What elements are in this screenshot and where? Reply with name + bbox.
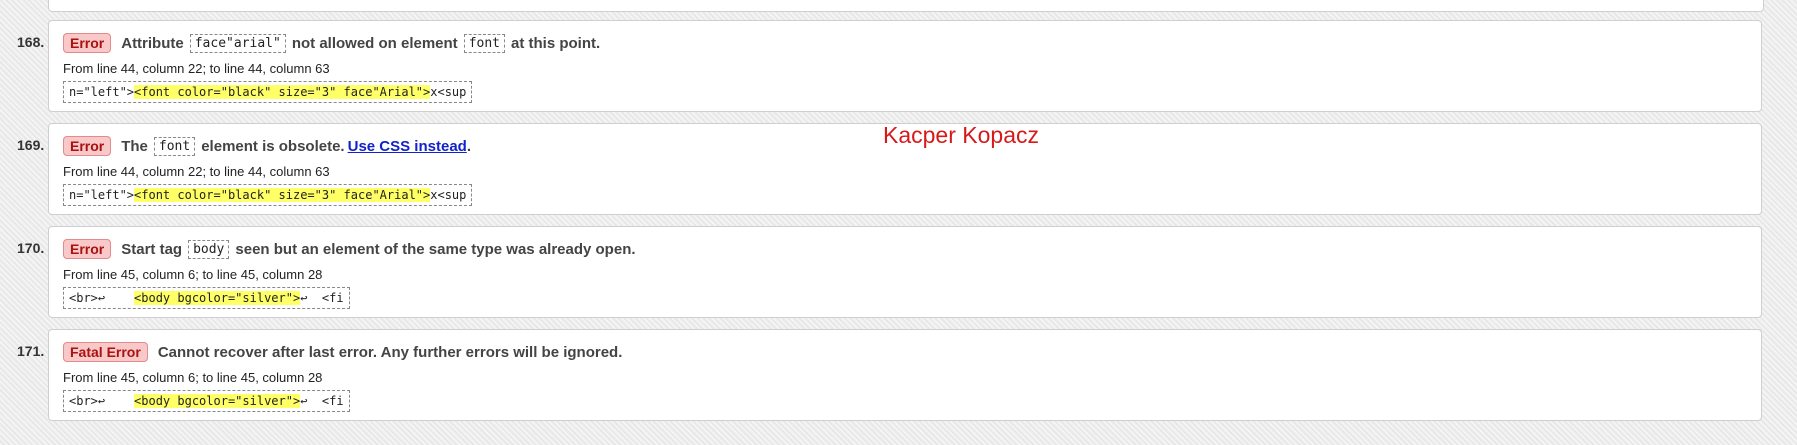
message-part: Start tag xyxy=(121,240,183,258)
message-number: 170. xyxy=(17,240,45,256)
code-element: font xyxy=(153,136,196,156)
code-extract: n="left"> <font color="black" size="3" f… xyxy=(63,184,473,206)
message-location: From line 44, column 22; to line 44, col… xyxy=(63,61,330,76)
extract-before: <br>↩ xyxy=(69,394,135,408)
message-part: Cannot recover after last error. Any fur… xyxy=(157,343,623,361)
fatal-error-badge: Fatal Error xyxy=(63,342,148,362)
extract-after: ↩ <fi xyxy=(300,291,344,305)
message-text: Fatal Error Cannot recover after last er… xyxy=(63,339,622,365)
validation-message: 168. Error Attribute face"arial" not all… xyxy=(17,20,1762,112)
code-attribute: face"arial" xyxy=(189,33,286,53)
message-number: 168. xyxy=(17,34,45,50)
message-location: From line 45, column 6; to line 45, colu… xyxy=(63,267,323,282)
message-part: The xyxy=(121,137,148,155)
message-part: . xyxy=(466,137,471,155)
message-part: Attribute xyxy=(121,34,184,52)
extract-before: n="left"> xyxy=(69,188,135,202)
extract-after: x<sup xyxy=(430,188,467,202)
extract-highlight: <font color="black" size="3" face"Arial"… xyxy=(134,188,431,202)
message-text: Error Start tag body seen but an element… xyxy=(63,236,636,262)
error-badge: Error xyxy=(63,33,112,53)
message-part: seen but an element of the same type was… xyxy=(235,240,636,258)
message-text: Error The font element is obsolete. Use … xyxy=(63,133,471,159)
code-extract: n="left"> <font color="black" size="3" f… xyxy=(63,81,473,103)
extract-after: ↩ <fi xyxy=(300,394,344,408)
message-part: not allowed on element xyxy=(291,34,458,52)
extract-highlight: <body bgcolor="silver"> xyxy=(134,394,301,408)
code-element: body xyxy=(188,239,230,259)
author-watermark: Kacper Kopacz xyxy=(883,122,1039,148)
extract-highlight: <font color="black" size="3" face"Arial"… xyxy=(134,85,431,99)
message-number: 169. xyxy=(17,137,45,153)
validation-message: 171. Fatal Error Cannot recover after la… xyxy=(17,329,1762,421)
previous-message-card xyxy=(48,0,1764,12)
message-part: at this point. xyxy=(511,34,601,52)
extract-after: x<sup xyxy=(430,85,467,99)
message-location: From line 44, column 22; to line 44, col… xyxy=(63,164,330,179)
message-text: Error Attribute face"arial" not allowed … xyxy=(63,30,600,56)
code-extract: <br>↩ <body bgcolor="silver"> ↩ <fi xyxy=(63,390,350,412)
error-badge: Error xyxy=(63,239,112,259)
message-number: 171. xyxy=(17,343,45,359)
use-css-link[interactable]: Use CSS instead xyxy=(348,138,467,155)
message-location: From line 45, column 6; to line 45, colu… xyxy=(63,370,323,385)
message-part: element is obsolete. xyxy=(201,137,345,155)
extract-before: n="left"> xyxy=(69,85,135,99)
error-badge: Error xyxy=(63,136,112,156)
code-element: font xyxy=(463,33,505,53)
extract-before: <br>↩ xyxy=(69,291,135,305)
extract-highlight: <body bgcolor="silver"> xyxy=(134,291,301,305)
code-extract: <br>↩ <body bgcolor="silver"> ↩ <fi xyxy=(63,287,350,309)
validation-message: 170. Error Start tag body seen but an el… xyxy=(17,226,1762,318)
